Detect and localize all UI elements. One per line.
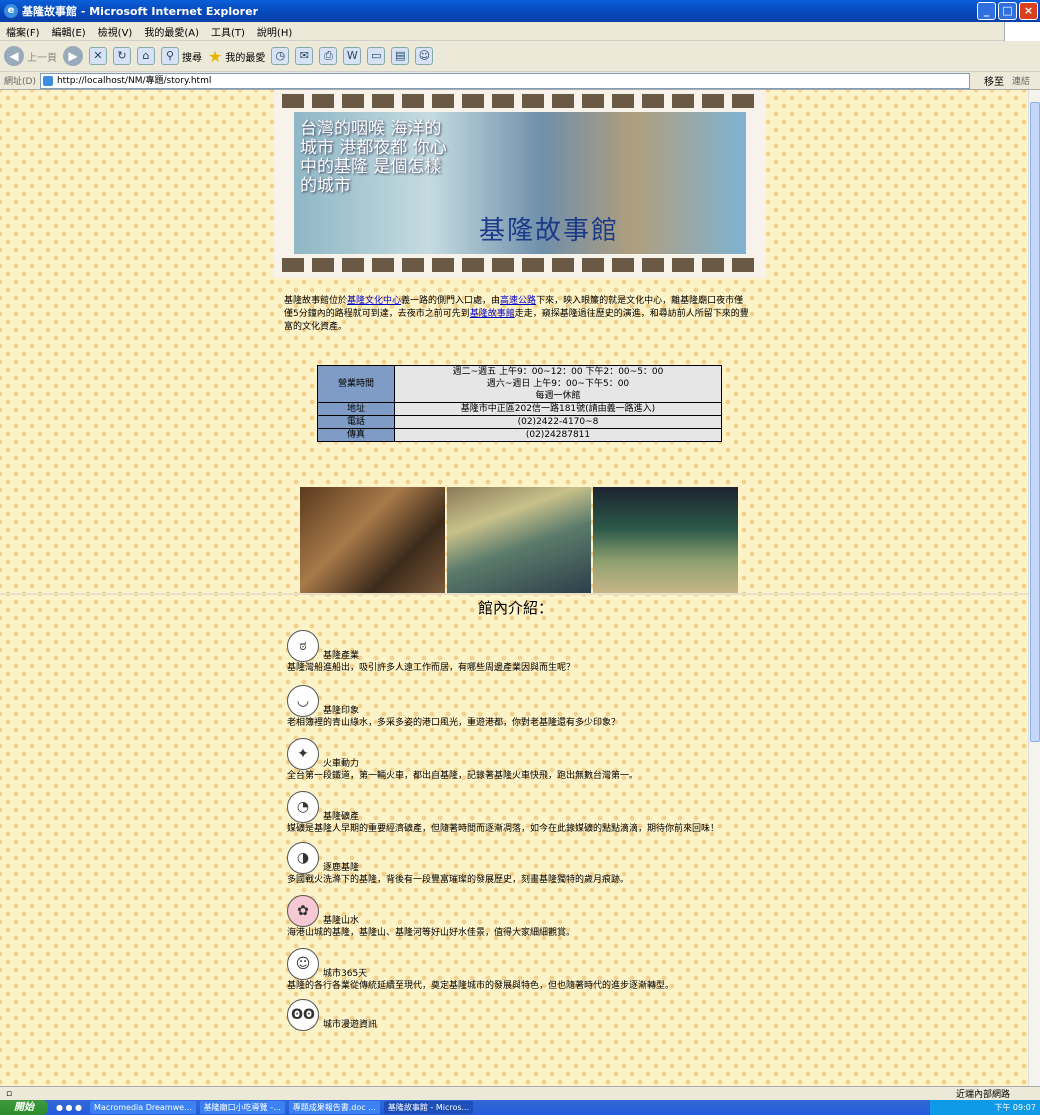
exhibit-photo	[446, 487, 592, 593]
culture-center-link[interactable]: 基隆文化中心	[347, 296, 401, 306]
address-label-cell: 地址	[317, 402, 395, 416]
story-house-link[interactable]: 基隆故事館	[470, 309, 515, 319]
search-button[interactable]: ⚲ 搜尋	[161, 47, 202, 65]
list-item[interactable]: ◔基隆礦產 媒礦是基隆人早期的重要經濟礦產，但隨著時間而逐漸凋落，如今在此錄媒礦…	[287, 791, 757, 836]
edit-icon[interactable]: W	[343, 47, 362, 65]
hours-value: 週二~週五 上午9：00~12：00 下午2：00~5：00 週六~週日 上午9…	[394, 365, 722, 403]
research-icon[interactable]: ▤	[391, 47, 410, 65]
ie-icon: e	[4, 4, 18, 18]
back-arrow-icon: ◀	[4, 46, 24, 66]
cartoon-face-icon: ◔	[287, 791, 319, 823]
forward-button[interactable]: ▶	[63, 46, 83, 66]
list-item[interactable]: ◑逐鹿基隆 多國戰火洗滌下的基隆，背後有一段豐富璀璨的發展歷史，刻畫基隆獨特的歲…	[287, 842, 757, 887]
search-icon: ⚲	[161, 47, 179, 65]
list-item[interactable]: ಠ基隆產業 基隆灣船進船出，吸引許多人遠工作而居，有哪些周邊產業因與而生呢？	[287, 630, 757, 675]
vertical-scrollbar[interactable]	[1028, 90, 1040, 1086]
print-icon[interactable]: ⎙	[319, 47, 338, 65]
info-table: 營業時間 週二~週五 上午9：00~12：00 下午2：00~5：00 週六~週…	[317, 365, 722, 442]
table-row: 地址 基隆市中正區202信一路181號(請由義一路進入)	[317, 402, 722, 416]
cartoon-face-icon: ☺	[287, 948, 319, 980]
list-item[interactable]: ʘʘ城市漫遊資訊	[287, 999, 757, 1031]
cartoon-face-icon: ಠ	[287, 630, 319, 662]
address-input[interactable]: http://localhost/NM/專題/story.html	[39, 72, 970, 89]
status-bar: ▫ 近端內部網路	[0, 1086, 1040, 1100]
fax-value: (02)24287811	[394, 428, 722, 442]
folder-icon[interactable]: ▭	[367, 47, 386, 65]
table-row: 電話 (02)2422-4170~8	[317, 415, 722, 429]
list-item[interactable]: ✦火車動力 全台第一段鐵道，第一輛火車，都出自基隆，記錄著基隆火車快飛，跑出無數…	[287, 738, 757, 783]
close-button[interactable]: ×	[1019, 2, 1038, 20]
star-icon: ★	[208, 46, 223, 66]
film-strip-bottom	[282, 258, 758, 272]
go-button[interactable]: 移至	[984, 73, 1004, 88]
minimize-button[interactable]: _	[977, 2, 996, 20]
menu-favorites[interactable]: 我的最愛(A)	[138, 24, 205, 39]
menu-bar: 檔案(F) 編輯(E) 檢視(V) 我的最愛(A) 工具(T) 說明(H)	[0, 22, 1040, 41]
menu-edit[interactable]: 編輯(E)	[46, 24, 92, 39]
banner-title: 基隆故事館	[479, 216, 620, 246]
film-strip-top	[282, 94, 758, 108]
intro-paragraph: 基隆故事館位於基隆文化中心義一路的側門入口處，由高速公路下來，映入眼簾的就是文化…	[284, 296, 749, 332]
start-button[interactable]: 開始	[0, 1100, 48, 1115]
table-row: 傳真 (02)24287811	[317, 428, 722, 442]
links-button[interactable]: 連結	[1012, 74, 1030, 87]
cartoon-face-icon: ◑	[287, 842, 319, 874]
mail-icon[interactable]: ✉	[295, 47, 314, 65]
refresh-icon[interactable]: ↻	[113, 47, 131, 65]
home-icon[interactable]: ⌂	[137, 47, 155, 65]
tel-value: (02)2422-4170~8	[394, 415, 722, 429]
taskbar-item[interactable]: 基隆廟口小吃導覽 -...	[199, 1101, 285, 1114]
hall-item-list: ಠ基隆產業 基隆灣船進船出，吸引許多人遠工作而居，有哪些周邊產業因與而生呢？ ◡…	[287, 630, 757, 1031]
scrollbar-thumb[interactable]	[1030, 102, 1040, 742]
cartoon-face-icon: ✦	[287, 738, 319, 770]
cartoon-face-icon: ✿	[287, 895, 319, 927]
page-icon: ▫	[6, 1088, 13, 1099]
menu-file[interactable]: 檔案(F)	[0, 24, 46, 39]
menu-tools[interactable]: 工具(T)	[205, 24, 251, 39]
list-item[interactable]: ☺城市365天 基隆的各行各業從傳統延續至現代，奠定基隆城市的發展與特色，但也隨…	[287, 948, 757, 993]
highway-link[interactable]: 高速公路	[500, 296, 536, 306]
table-row: 營業時間 週二~週五 上午9：00~12：00 下午2：00~5：00 週六~週…	[317, 365, 722, 403]
divider	[0, 593, 1028, 595]
windows-logo-icon	[1004, 22, 1040, 41]
banner-image: 台灣的咽喉 海洋的城市 港都夜都 你心中的基隆 是個怎樣的城市 基隆故事館	[274, 90, 766, 278]
address-value: 基隆市中正區202信一路181號(請由義一路進入)	[394, 402, 722, 416]
forward-arrow-icon: ▶	[63, 46, 83, 66]
zone-label: 近端內部網路	[955, 1090, 1010, 1100]
exhibit-photo	[593, 487, 739, 593]
hours-label: 營業時間	[317, 365, 395, 403]
tel-label: 電話	[317, 415, 395, 429]
toolbar: ◀ 上一頁 ▶ ✕ ↻ ⌂ ⚲ 搜尋 ★ 我的最愛 ◷ ✉ ⎙ W ▭ ▤ ☺	[0, 41, 1040, 72]
cartoon-face-icon: ◡	[287, 685, 319, 717]
fax-label: 傳真	[317, 428, 395, 442]
window-title: 基隆故事館 - Microsoft Internet Explorer	[22, 5, 258, 18]
quick-launch-icons[interactable]: ● ● ●	[52, 1101, 86, 1114]
title-bar: e 基隆故事館 - Microsoft Internet Explorer _ …	[0, 0, 1040, 22]
list-item[interactable]: ✿基隆山水 海港山城的基隆，基隆山、基隆河等好山好水佳景，值得大家細細觀賞。	[287, 895, 757, 940]
maximize-button[interactable]: □	[998, 2, 1017, 20]
taskbar-item[interactable]: 基隆故事館 - Micros...	[383, 1101, 474, 1114]
banner-slogan: 台灣的咽喉 海洋的城市 港都夜都 你心中的基隆 是個怎樣的城市	[300, 119, 447, 196]
taskbar: 開始 ● ● ● Macromedia Dreamwe... 基隆廟口小吃導覽 …	[0, 1100, 1040, 1115]
system-tray: 下午 09:07	[930, 1100, 1040, 1115]
taskbar-item[interactable]: Macromedia Dreamwe...	[90, 1101, 196, 1114]
messenger-icon[interactable]: ☺	[415, 47, 434, 65]
clock[interactable]: 下午 09:07	[994, 1103, 1036, 1112]
menu-help[interactable]: 說明(H)	[251, 24, 298, 39]
cartoon-face-icon: ʘʘ	[287, 999, 319, 1031]
stop-icon[interactable]: ✕	[89, 47, 107, 65]
history-icon[interactable]: ◷	[271, 47, 290, 65]
browser-window: e 基隆故事館 - Microsoft Internet Explorer _ …	[0, 0, 1040, 1115]
exhibit-photo	[300, 487, 445, 593]
favorites-button[interactable]: ★ 我的最愛	[208, 47, 265, 66]
address-bar: 網址(D) http://localhost/NM/專題/story.html …	[0, 72, 1040, 90]
hall-intro-title: 館內介紹：	[478, 599, 554, 617]
page-content: 台灣的咽喉 海洋的城市 港都夜都 你心中的基隆 是個怎樣的城市 基隆故事館 基隆…	[0, 90, 1028, 1086]
list-item[interactable]: ◡基隆印象 老相簿裡的青山綠水，多采多姿的港口風光，重遊港都，你對老基隆還有多少…	[287, 685, 757, 730]
menu-view[interactable]: 檢視(V)	[92, 24, 139, 39]
address-label: 網址(D)	[4, 77, 36, 87]
back-button[interactable]: ◀ 上一頁	[4, 46, 57, 66]
photo-strip	[300, 487, 739, 593]
taskbar-item[interactable]: 專題成果報告書.doc ...	[288, 1101, 380, 1114]
